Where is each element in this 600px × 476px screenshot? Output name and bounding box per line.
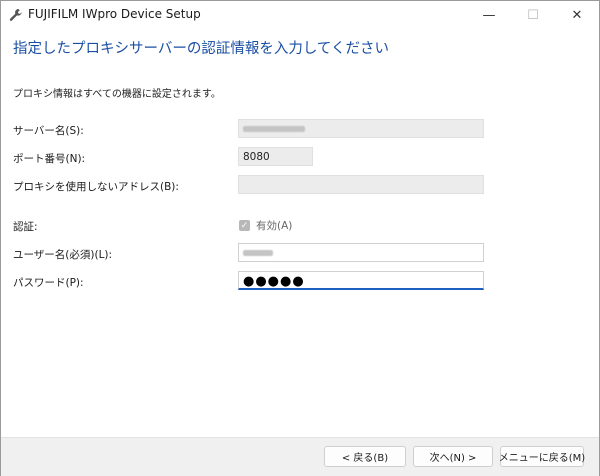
checkmark-icon: ✓ (240, 220, 249, 231)
window-title: FUJIFILM IWpro Device Setup (28, 7, 201, 21)
auth-enable-checkbox-row[interactable]: ✓ 有効(A) (239, 218, 292, 233)
auth-enable-checkbox[interactable]: ✓ (239, 220, 250, 231)
bypass-addresses-label: プロキシを使用しないアドレス(B): (13, 181, 179, 193)
port-field[interactable]: 8080 (238, 147, 313, 166)
auth-label: 認証: (13, 221, 38, 233)
wrench-icon (9, 9, 22, 21)
redacted-username (243, 250, 273, 256)
redacted-server-name (243, 126, 305, 132)
setup-window: FUJIFILM IWpro Device Setup — ☐ ✕ 指定したプロ… (0, 0, 600, 476)
maximize-button[interactable]: ☐ (511, 1, 555, 29)
close-button[interactable]: ✕ (555, 1, 599, 29)
title-bar: FUJIFILM IWpro Device Setup — ☐ ✕ (1, 1, 599, 29)
info-text: プロキシ情報はすべての機器に設定されます。 (13, 89, 221, 100)
button-bar: < 戻る(B) 次へ(N) > メニューに戻る(M) (1, 437, 599, 476)
password-mask: ●●●●● (243, 274, 305, 289)
password-label: パスワード(P): (13, 277, 84, 289)
server-name-field[interactable] (238, 119, 484, 138)
page-heading: 指定したプロキシサーバーの認証情報を入力してください (13, 41, 389, 57)
next-button[interactable]: 次へ(N) > (413, 446, 493, 467)
username-field[interactable] (238, 243, 484, 262)
port-label: ポート番号(N): (13, 153, 86, 165)
server-name-label: サーバー名(S): (13, 125, 84, 137)
minimize-button[interactable]: — (467, 1, 511, 29)
return-to-menu-button[interactable]: メニューに戻る(M) (499, 446, 585, 467)
username-label: ユーザー名(必須)(L): (13, 249, 113, 261)
back-button[interactable]: < 戻る(B) (324, 446, 406, 467)
password-field[interactable]: ●●●●● (238, 271, 484, 290)
bypass-addresses-field[interactable] (238, 175, 484, 194)
auth-enable-label: 有効(A) (256, 220, 293, 232)
